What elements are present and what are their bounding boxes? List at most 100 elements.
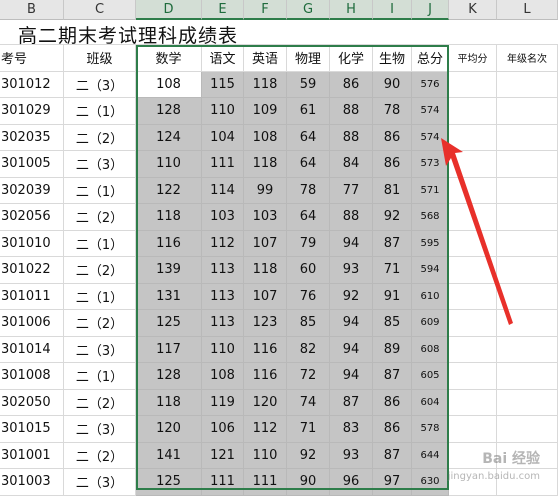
- table-cell[interactable]: 118: [244, 257, 287, 284]
- table-cell[interactable]: 86: [330, 71, 373, 98]
- table-cell[interactable]: [497, 230, 558, 257]
- header-cell[interactable]: 数学: [136, 45, 202, 72]
- table-cell[interactable]: [497, 151, 558, 178]
- table-cell[interactable]: 76: [287, 283, 330, 310]
- table-cell[interactable]: 二（2）: [64, 310, 136, 337]
- table-cell[interactable]: 81: [373, 177, 412, 204]
- table-cell[interactable]: [497, 363, 558, 390]
- table-cell[interactable]: 71: [373, 257, 412, 284]
- table-cell[interactable]: [497, 257, 558, 284]
- table-cell[interactable]: 118: [136, 389, 202, 416]
- table-cell[interactable]: [497, 98, 558, 125]
- header-cell[interactable]: 年级名次: [497, 45, 558, 72]
- table-cell[interactable]: 594: [412, 257, 449, 284]
- table-cell[interactable]: 二（3）: [64, 71, 136, 98]
- table-cell[interactable]: 122: [136, 177, 202, 204]
- table-cell[interactable]: 96: [330, 469, 373, 496]
- table-cell[interactable]: [449, 389, 497, 416]
- table-cell[interactable]: [497, 124, 558, 151]
- header-cell[interactable]: 物理: [287, 45, 330, 72]
- table-cell[interactable]: 302056: [0, 204, 64, 231]
- table-cell[interactable]: 120: [136, 416, 202, 443]
- table-cell[interactable]: [449, 177, 497, 204]
- table-cell[interactable]: 301015: [0, 416, 64, 443]
- table-cell[interactable]: 110: [202, 98, 244, 125]
- table-cell[interactable]: 609: [412, 310, 449, 337]
- table-cell[interactable]: 59: [287, 71, 330, 98]
- table-cell[interactable]: 91: [373, 283, 412, 310]
- table-cell[interactable]: [497, 310, 558, 337]
- table-cell[interactable]: 二（2）: [64, 124, 136, 151]
- table-cell[interactable]: 71: [287, 416, 330, 443]
- table-cell[interactable]: 74: [287, 389, 330, 416]
- table-cell[interactable]: 97: [373, 469, 412, 496]
- table-cell[interactable]: 104: [202, 124, 244, 151]
- table-cell[interactable]: 568: [412, 204, 449, 231]
- table-cell[interactable]: 61: [287, 98, 330, 125]
- column-header-k[interactable]: K: [449, 0, 497, 20]
- table-cell[interactable]: 125: [136, 310, 202, 337]
- table-cell[interactable]: [449, 124, 497, 151]
- table-cell[interactable]: 120: [244, 389, 287, 416]
- table-cell[interactable]: 578: [412, 416, 449, 443]
- column-header-g[interactable]: G: [287, 0, 330, 20]
- table-cell[interactable]: 113: [202, 257, 244, 284]
- table-cell[interactable]: 141: [136, 442, 202, 469]
- table-cell[interactable]: 119: [202, 389, 244, 416]
- table-cell[interactable]: 301006: [0, 310, 64, 337]
- table-cell[interactable]: 111: [202, 151, 244, 178]
- table-cell[interactable]: 112: [244, 416, 287, 443]
- column-header-f[interactable]: F: [244, 0, 287, 20]
- header-cell[interactable]: 英语: [244, 45, 287, 72]
- table-cell[interactable]: 86: [373, 151, 412, 178]
- table-cell[interactable]: 二（1）: [64, 177, 136, 204]
- table-cell[interactable]: 118: [244, 151, 287, 178]
- table-cell[interactable]: 84: [330, 151, 373, 178]
- table-cell[interactable]: 576: [412, 71, 449, 98]
- column-header-l[interactable]: L: [497, 0, 558, 20]
- table-cell[interactable]: 574: [412, 98, 449, 125]
- table-cell[interactable]: 108: [202, 363, 244, 390]
- table-cell[interactable]: 128: [136, 363, 202, 390]
- table-cell[interactable]: 113: [202, 310, 244, 337]
- table-cell[interactable]: [449, 98, 497, 125]
- table-cell[interactable]: 604: [412, 389, 449, 416]
- table-cell[interactable]: 301014: [0, 336, 64, 363]
- table-cell[interactable]: 111: [244, 469, 287, 496]
- table-cell[interactable]: 301001: [0, 442, 64, 469]
- table-cell[interactable]: 85: [373, 310, 412, 337]
- table-cell[interactable]: 二（2）: [64, 257, 136, 284]
- table-cell[interactable]: 64: [287, 204, 330, 231]
- table-cell[interactable]: 644: [412, 442, 449, 469]
- table-cell[interactable]: 116: [136, 230, 202, 257]
- table-cell[interactable]: 92: [373, 204, 412, 231]
- table-cell[interactable]: 89: [373, 336, 412, 363]
- table-cell[interactable]: 113: [202, 283, 244, 310]
- table-cell[interactable]: 86: [373, 124, 412, 151]
- table-cell[interactable]: 118: [244, 71, 287, 98]
- table-cell[interactable]: 二（3）: [64, 416, 136, 443]
- table-cell[interactable]: 94: [330, 363, 373, 390]
- header-cell[interactable]: 化学: [330, 45, 373, 72]
- table-cell[interactable]: 117: [136, 336, 202, 363]
- table-cell[interactable]: 301003: [0, 469, 64, 496]
- table-cell[interactable]: 二（1）: [64, 98, 136, 125]
- table-cell[interactable]: [497, 416, 558, 443]
- table-cell[interactable]: 608: [412, 336, 449, 363]
- header-cell[interactable]: 生物: [373, 45, 412, 72]
- table-cell[interactable]: 109: [244, 98, 287, 125]
- table-cell[interactable]: 94: [330, 230, 373, 257]
- table-cell[interactable]: 93: [330, 442, 373, 469]
- table-cell[interactable]: 118: [136, 204, 202, 231]
- table-cell[interactable]: [497, 204, 558, 231]
- table-cell[interactable]: [497, 336, 558, 363]
- table-cell[interactable]: 110: [244, 442, 287, 469]
- table-cell[interactable]: 二（3）: [64, 336, 136, 363]
- table-cell[interactable]: 99: [244, 177, 287, 204]
- table-cell[interactable]: 595: [412, 230, 449, 257]
- table-cell[interactable]: [449, 151, 497, 178]
- table-cell[interactable]: 83: [330, 416, 373, 443]
- table-cell[interactable]: 125: [136, 469, 202, 496]
- table-cell[interactable]: 114: [202, 177, 244, 204]
- table-cell[interactable]: 82: [287, 336, 330, 363]
